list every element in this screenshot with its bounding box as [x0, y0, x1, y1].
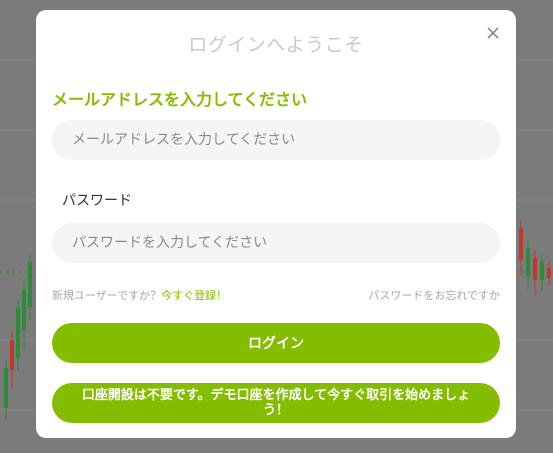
password-label: パスワード	[62, 193, 132, 209]
modal-title: ログインへようこそ	[188, 34, 364, 56]
login-modal: ログインへようこそ メールアドレスを入力してください パスワード 新規ユーザーで…	[36, 10, 516, 438]
demo-account-button[interactable]: 口座開設は不要です。デモ口座を作成して今すぐ取引を始めましょう！	[52, 383, 500, 423]
new-user-prompt: 新規ユーザーですか？今すぐ登録！	[52, 287, 227, 303]
email-label: メールアドレスを入力してください	[52, 90, 308, 109]
new-user-text: 新規ユーザーですか？	[52, 289, 162, 302]
register-link[interactable]: 今すぐ登録！	[161, 289, 227, 302]
close-button[interactable]	[484, 24, 502, 42]
close-icon	[487, 27, 499, 39]
login-button[interactable]: ログイン	[52, 323, 500, 363]
email-field[interactable]	[52, 120, 500, 160]
account-links-row: 新規ユーザーですか？今すぐ登録！ パスワードをお忘れですか	[52, 287, 500, 303]
forgot-password-link[interactable]: パスワードをお忘れですか	[368, 287, 500, 303]
password-field[interactable]	[52, 223, 500, 263]
